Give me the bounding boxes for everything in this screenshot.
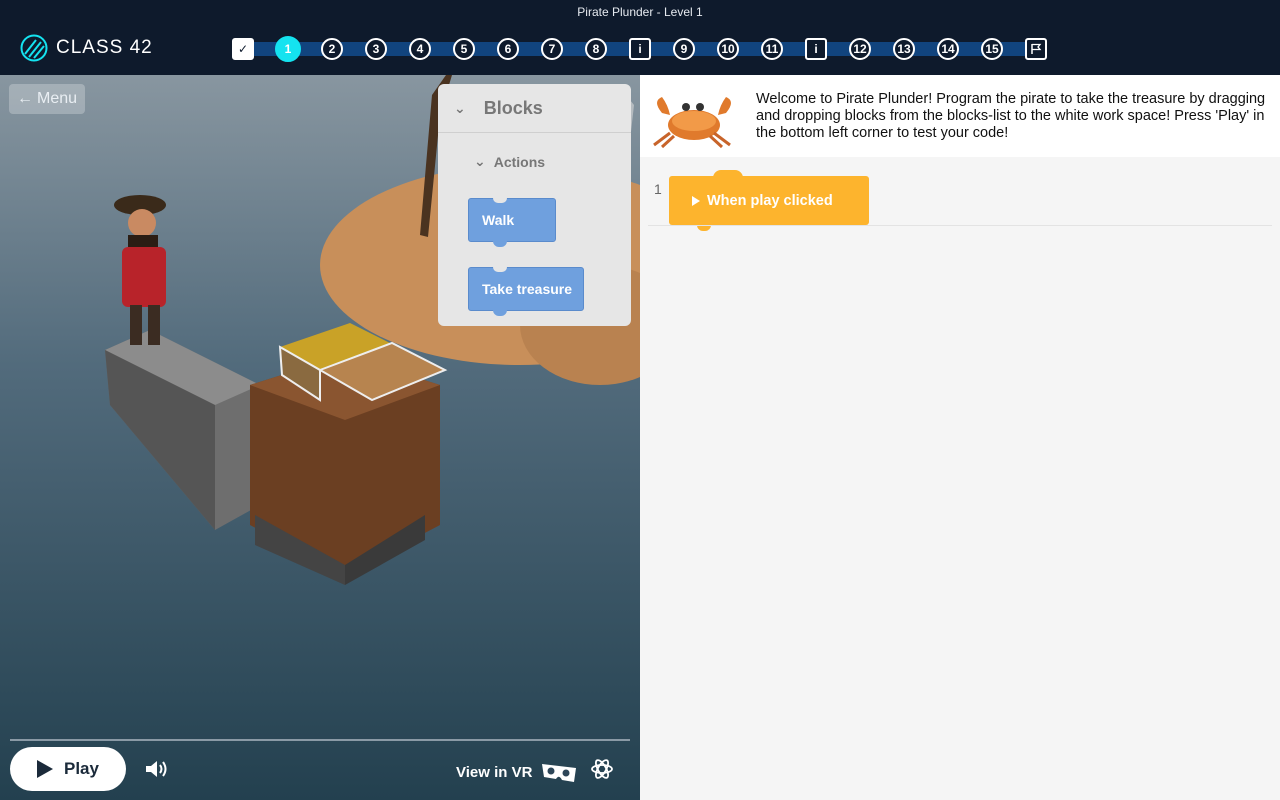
speaker-icon: [146, 761, 167, 777]
step-label: 7: [548, 42, 556, 56]
play-button[interactable]: Play: [10, 747, 126, 791]
step-14[interactable]: 14: [937, 38, 959, 60]
step-label: 15: [985, 42, 999, 56]
info-icon: i: [638, 42, 642, 56]
game-viewport[interactable]: ← Menu ⌄ Blocks ⌄ Actions Walk Take trea…: [0, 75, 640, 800]
blocks-panel-title: Blocks: [483, 97, 543, 118]
block-walk[interactable]: Walk: [468, 198, 556, 247]
timeline-divider: [10, 739, 630, 741]
brand-name: CLASS 42: [56, 37, 153, 58]
blocks-panel: ⌄ Blocks ⌄ Actions Walk Take treasure: [438, 84, 631, 326]
instructions-text: Welcome to Pirate Plunder! Program the p…: [756, 91, 1266, 141]
step-8[interactable]: 8: [585, 38, 607, 60]
logo-icon: [20, 34, 48, 62]
class42-logo[interactable]: CLASS 42: [20, 34, 153, 62]
block-label: Walk: [482, 212, 515, 228]
category-actions[interactable]: ⌄ Actions: [474, 153, 545, 170]
step-15[interactable]: 15: [981, 38, 1003, 60]
step-label: 13: [897, 42, 911, 56]
step-11[interactable]: 11: [761, 38, 783, 60]
menu-button[interactable]: ← Menu: [9, 84, 85, 114]
code-workspace-panel: Welcome to Pirate Plunder! Program the p…: [640, 75, 1280, 800]
play-icon: [692, 195, 700, 206]
step-2[interactable]: 2: [321, 38, 343, 60]
step-info-1[interactable]: i: [629, 38, 651, 60]
step-label: 9: [680, 42, 688, 56]
step-label: 5: [460, 42, 468, 56]
line-number: 1: [654, 181, 662, 197]
block-take-treasure[interactable]: Take treasure: [468, 267, 584, 316]
step-label: 12: [853, 42, 867, 56]
when-play-clicked-block[interactable]: When play clicked: [669, 170, 869, 231]
info-icon: i: [814, 42, 818, 56]
step-5[interactable]: 5: [453, 38, 475, 60]
play-label: Play: [64, 759, 99, 778]
arrow-left-icon: ←: [16, 90, 33, 107]
step-label: 14: [941, 42, 955, 56]
step-label: 1: [284, 42, 292, 56]
step-label: 3: [372, 42, 380, 56]
workspace-line-divider: [648, 225, 1272, 226]
block-label: Take treasure: [482, 281, 573, 297]
vr-headset-icon: [542, 764, 577, 782]
event-block-label: When play clicked: [707, 192, 833, 209]
chevron-down-icon: ⌄: [474, 153, 486, 169]
top-bar: Pirate Plunder - Level 1 CLASS 42 ✓ 1 2 …: [0, 0, 1280, 75]
vr-label: View in VR: [456, 763, 533, 781]
step-label: 2: [328, 42, 336, 56]
menu-label: Menu: [36, 90, 78, 107]
instructions-box: Welcome to Pirate Plunder! Program the p…: [640, 75, 1280, 157]
step-7[interactable]: 7: [541, 38, 563, 60]
step-finish[interactable]: [1025, 38, 1047, 60]
step-1[interactable]: 1: [275, 36, 301, 62]
step-3[interactable]: 3: [365, 38, 387, 60]
step-info-2[interactable]: i: [805, 38, 827, 60]
view-in-vr-button[interactable]: View in VR: [456, 760, 578, 784]
step-6[interactable]: 6: [497, 38, 519, 60]
settings-button[interactable]: [590, 757, 614, 786]
step-4[interactable]: 4: [409, 38, 431, 60]
play-icon: [37, 760, 53, 778]
crab-mascot-icon: [653, 97, 731, 149]
chevron-down-icon: ⌄: [454, 99, 466, 116]
blocks-panel-header[interactable]: ⌄ Blocks: [438, 84, 631, 133]
volume-button[interactable]: [144, 758, 168, 785]
step-label: 11: [765, 42, 779, 56]
window-title: Pirate Plunder - Level 1: [577, 5, 703, 19]
atom-settings-icon: [591, 759, 613, 779]
step-13[interactable]: 13: [893, 38, 915, 60]
step-10[interactable]: 10: [717, 38, 739, 60]
category-label: Actions: [493, 153, 546, 170]
step-label: 10: [721, 42, 735, 56]
check-icon: ✓: [237, 42, 249, 56]
step-9[interactable]: 9: [673, 38, 695, 60]
step-label: 6: [504, 42, 512, 56]
step-label: 8: [592, 42, 600, 56]
step-label: 4: [416, 42, 424, 56]
flag-icon: [1031, 43, 1042, 54]
step-complete[interactable]: ✓: [232, 38, 254, 60]
step-12[interactable]: 12: [849, 38, 871, 60]
